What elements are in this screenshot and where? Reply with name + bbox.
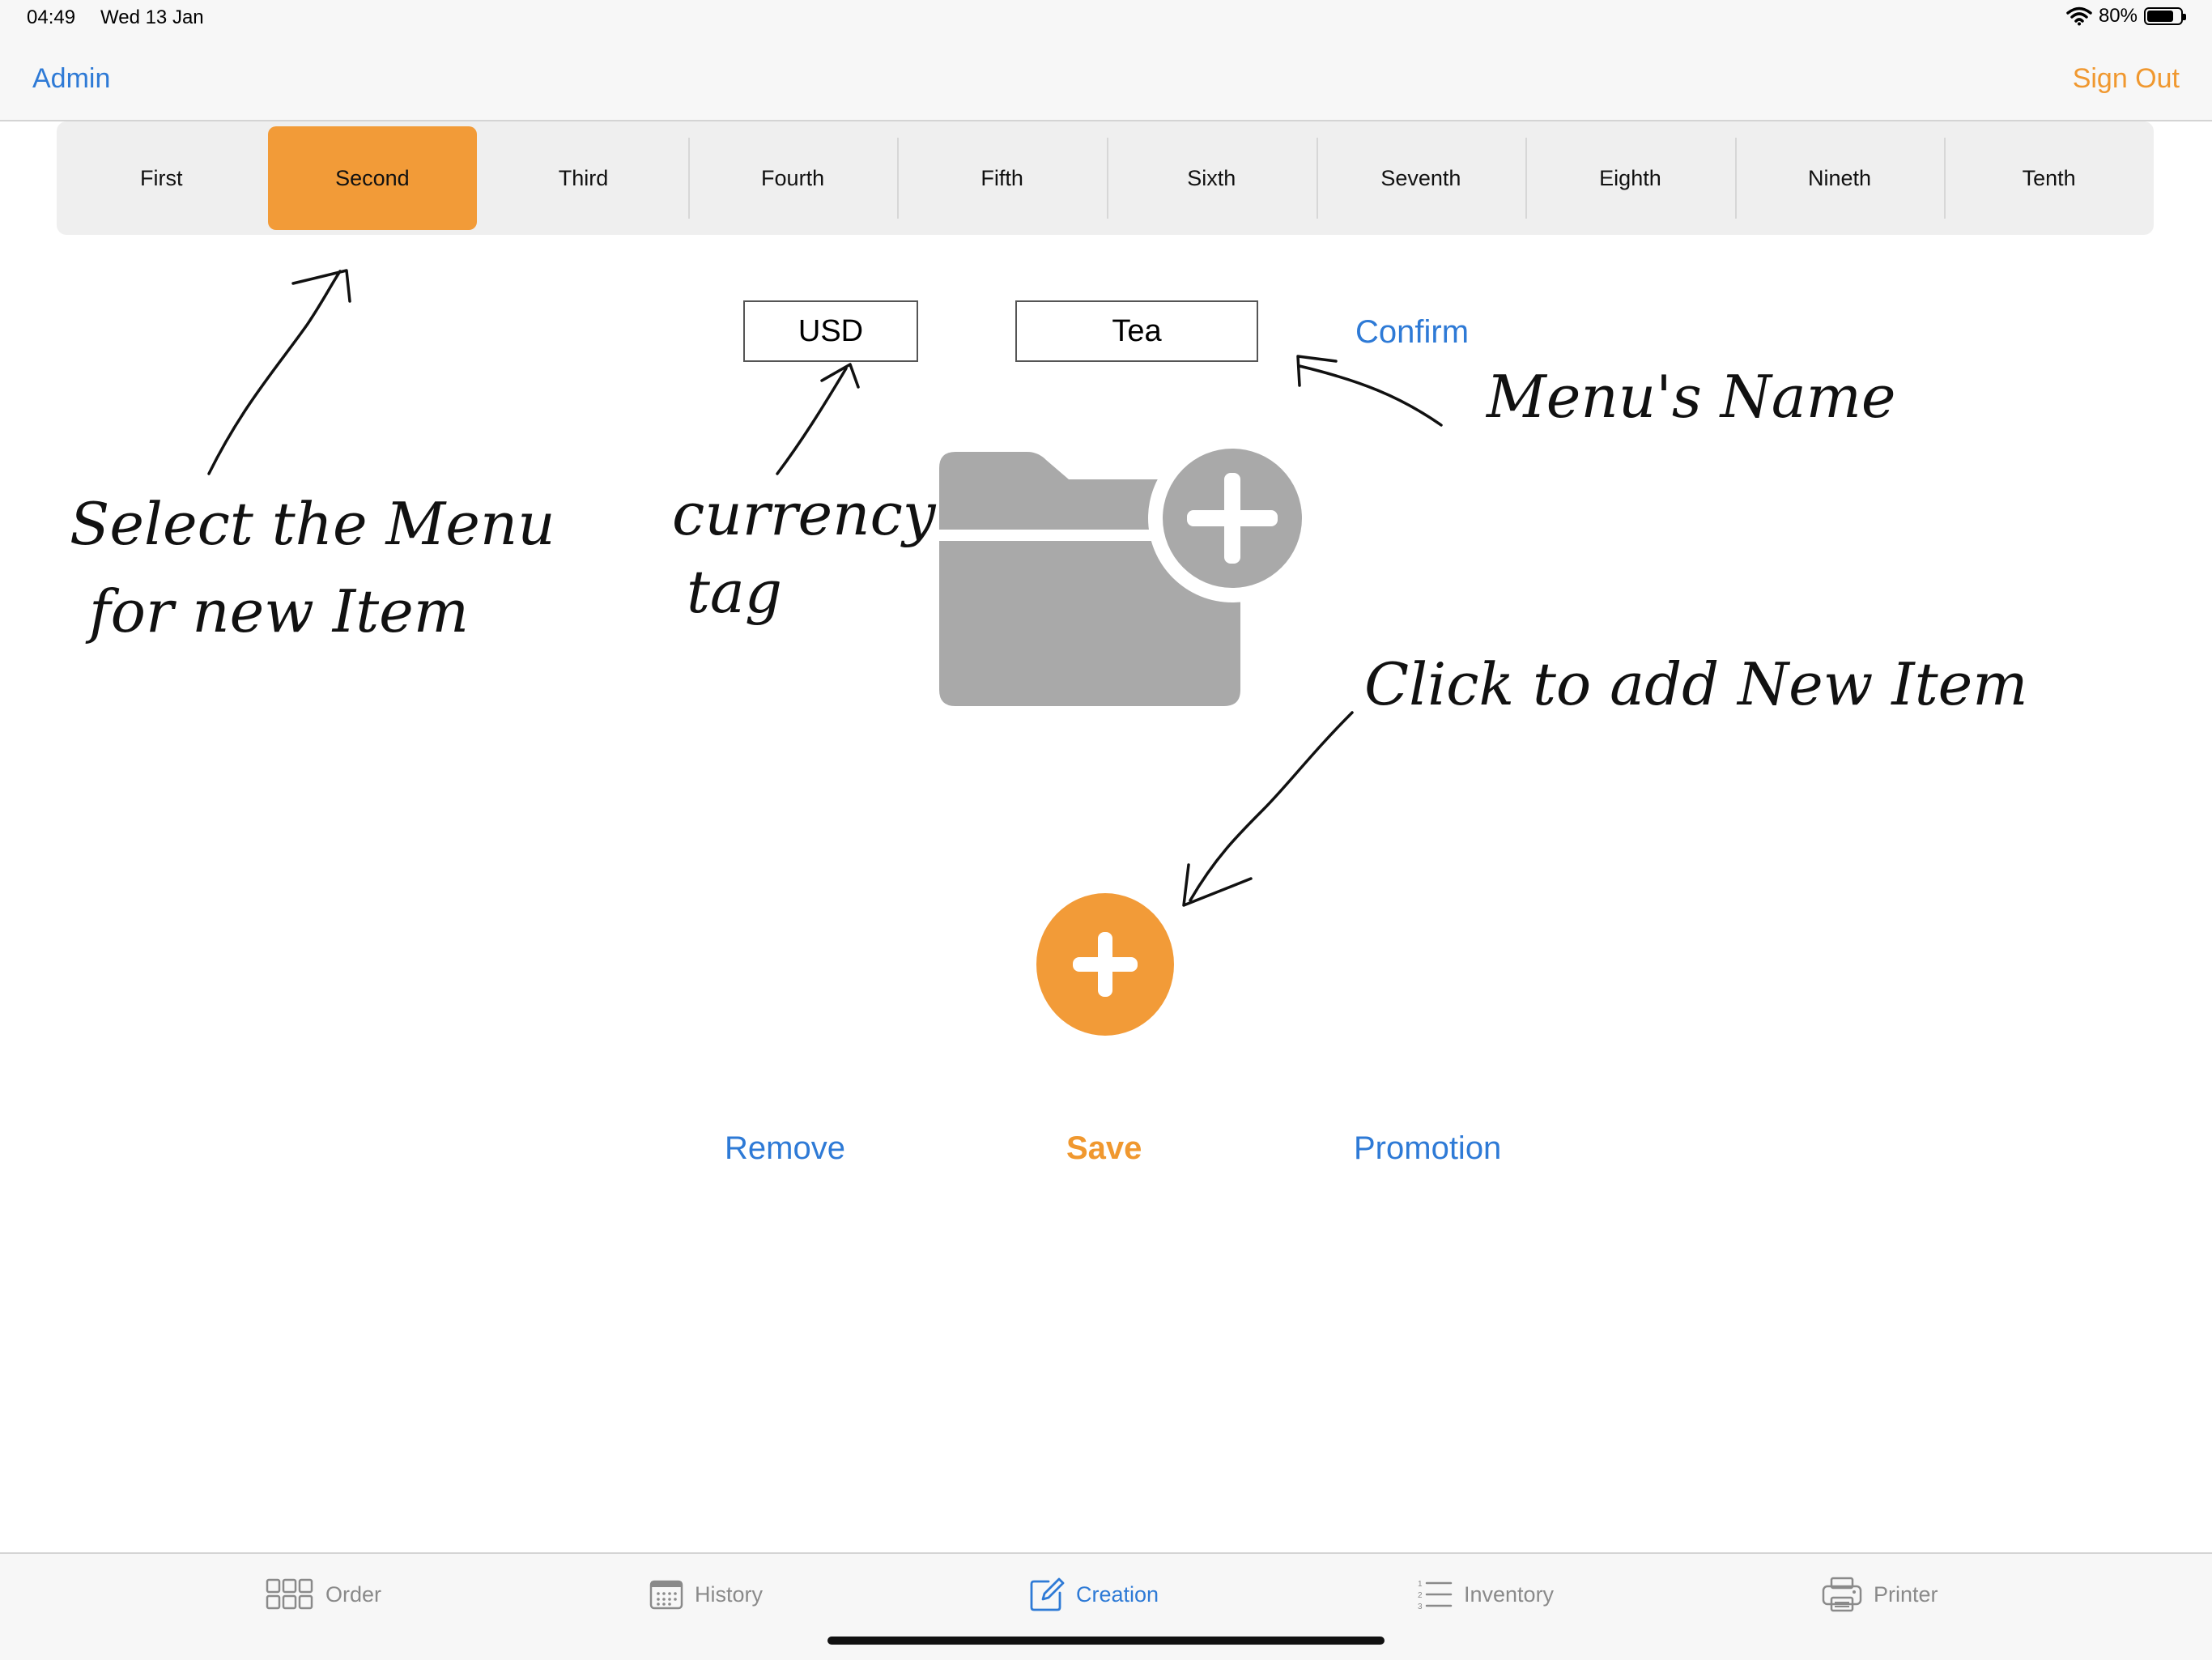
segment-second[interactable]: Second (267, 126, 478, 230)
status-date: Wed 13 Jan (100, 6, 204, 28)
segment-tenth[interactable]: Tenth (1944, 126, 2154, 230)
annotation-currency-line1: currency (672, 480, 937, 548)
promotion-button[interactable]: Promotion (1354, 1130, 1501, 1167)
tab-inventory[interactable]: 1 2 3 Inventory (1417, 1554, 1554, 1635)
currency-tag-input[interactable] (743, 300, 918, 362)
status-indicators: 80% (2066, 5, 2186, 28)
save-button[interactable]: Save (1066, 1130, 1142, 1167)
segment-nineth[interactable]: Nineth (1734, 126, 1945, 230)
home-indicator[interactable] (827, 1637, 1385, 1645)
tab-printer-label: Printer (1874, 1581, 1938, 1607)
battery-level-fill (2147, 11, 2173, 22)
segment-seventh[interactable]: Seventh (1316, 126, 1526, 230)
annotation-menu-name: Menu's Name (1485, 363, 1896, 431)
navigation-bar: Admin Sign Out (0, 39, 2212, 121)
segment-sixth[interactable]: Sixth (1106, 126, 1317, 230)
tab-history-label: History (695, 1581, 764, 1607)
svg-text:2: 2 (1418, 1591, 1423, 1600)
plus-icon (1073, 932, 1138, 997)
menu-name-input[interactable] (1015, 300, 1258, 362)
confirm-button[interactable]: Confirm (1355, 314, 1469, 351)
remove-button[interactable]: Remove (725, 1130, 845, 1167)
status-time: 04:49 (27, 6, 76, 28)
add-item-button[interactable] (1036, 893, 1174, 1036)
printer-icon (1822, 1577, 1862, 1612)
annotation-click-add: Click to add New Item (1364, 650, 2028, 718)
admin-button[interactable]: Admin (32, 63, 110, 95)
battery-cap (2183, 14, 2186, 20)
segment-fourth[interactable]: Fourth (687, 126, 898, 230)
list-icon: 1 2 3 (1418, 1580, 1453, 1611)
tab-creation-label: Creation (1076, 1581, 1159, 1607)
wifi-icon (2066, 6, 2092, 26)
sign-out-button[interactable]: Sign Out (2073, 63, 2180, 95)
grid-icon (266, 1578, 313, 1610)
segment-first[interactable]: First (57, 126, 266, 230)
annotation-select-menu-line1: Select the Menu (70, 490, 555, 558)
annotation-currency-line2: tag (687, 558, 782, 626)
segment-fifth[interactable]: Fifth (897, 126, 1107, 230)
calendar-icon (649, 1580, 683, 1610)
battery-icon (2144, 7, 2186, 25)
folder-add-icon[interactable] (939, 445, 1304, 713)
tab-history[interactable]: History (649, 1554, 763, 1635)
annotation-select-menu-line2: for new Item (85, 577, 469, 645)
segment-third[interactable]: Third (479, 126, 688, 230)
status-bar: 04:49 Wed 13 Jan 80% (0, 0, 2212, 39)
tab-order-label: Order (325, 1581, 382, 1607)
svg-text:1: 1 (1418, 1580, 1423, 1589)
compose-icon (1030, 1577, 1065, 1611)
tab-order[interactable]: Order (266, 1554, 381, 1635)
tab-inventory-label: Inventory (1464, 1581, 1555, 1607)
handwritten-annotations: Select the Menu for new Item currency ta… (70, 269, 2028, 907)
menu-segmented-control: First Second Third Fourth Fifth Sixth Seventh E… (57, 121, 2154, 235)
segment-eighth[interactable]: Eighth (1525, 126, 1735, 230)
tab-creation[interactable]: Creation (1029, 1554, 1159, 1635)
svg-text:3: 3 (1418, 1603, 1423, 1611)
tab-printer[interactable]: Printer (1822, 1554, 1938, 1635)
battery-percentage: 80% (2098, 5, 2138, 27)
